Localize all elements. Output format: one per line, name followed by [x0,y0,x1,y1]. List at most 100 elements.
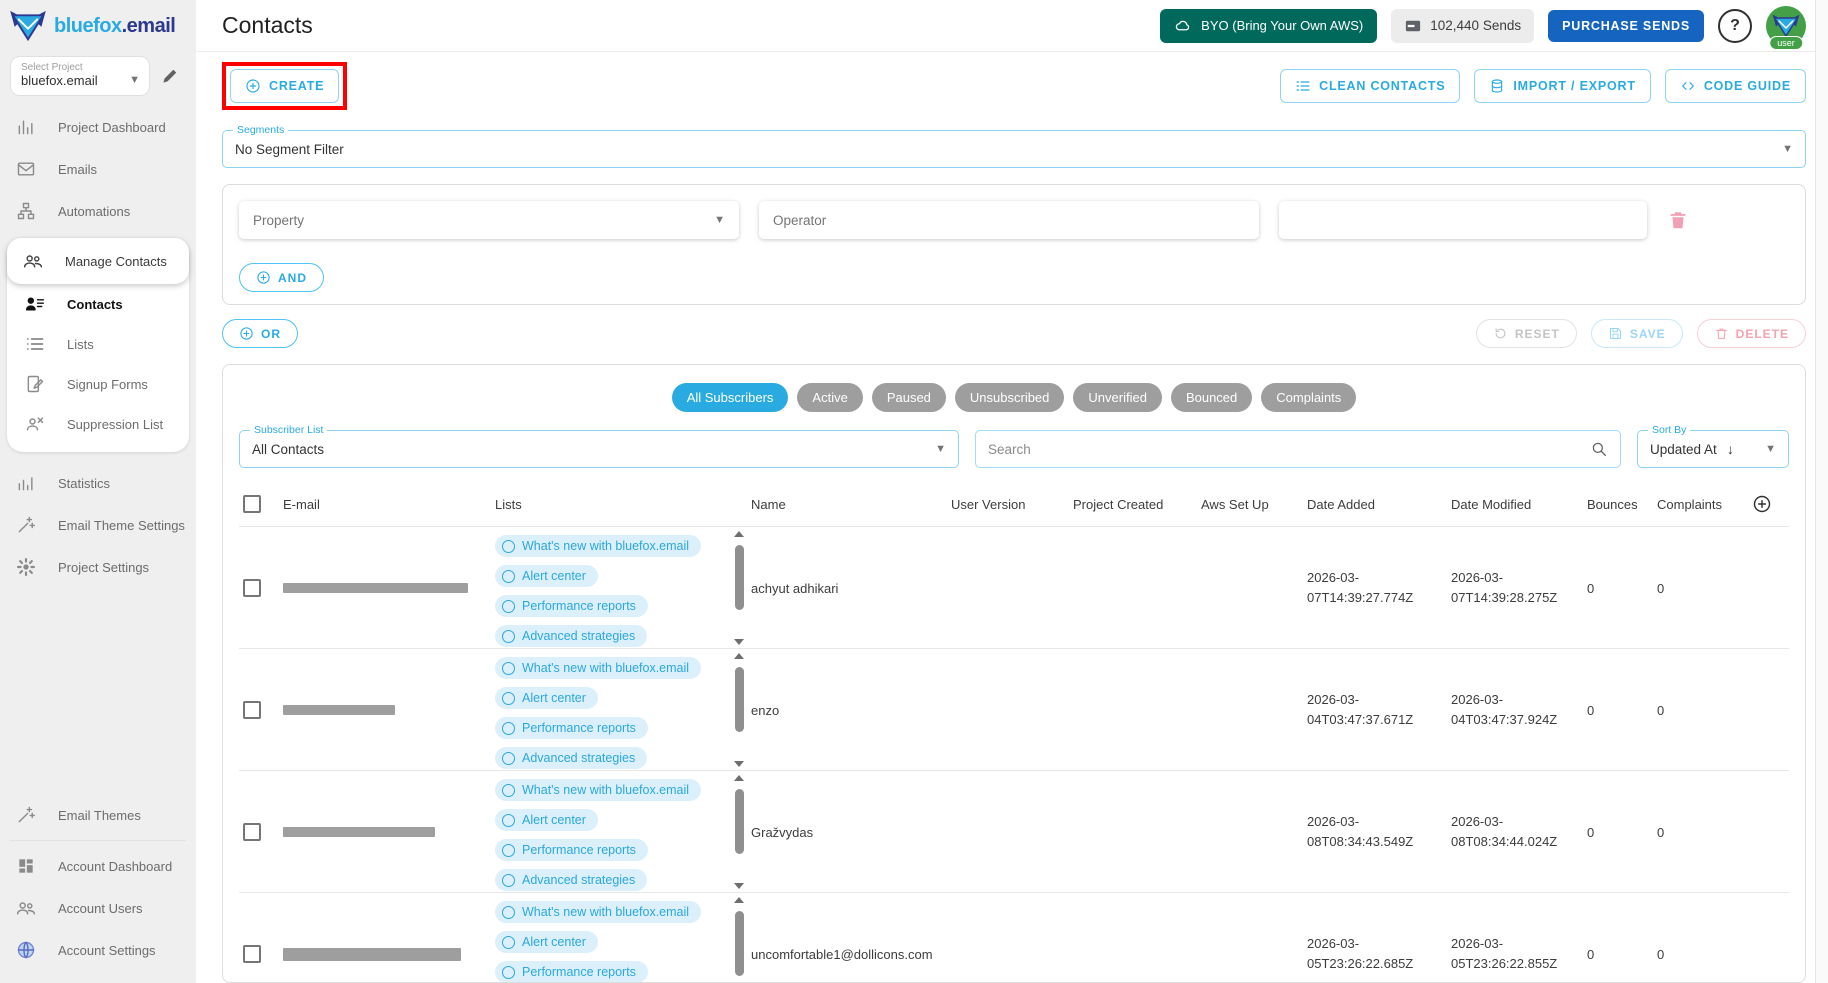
statistics-chart-icon [16,473,36,493]
project-select[interactable]: Select Project bluefox.email ▼ [10,56,150,96]
scroll-thumb[interactable] [735,545,744,610]
sidebar-item-signup-forms[interactable]: Signup Forms [7,364,189,404]
sidebar-item-contacts[interactable]: Contacts [7,284,189,324]
scroll-down-icon[interactable] [734,883,744,889]
remove-condition-trash-icon[interactable] [1667,209,1689,231]
clean-contacts-button[interactable]: CLEAN CONTACTS [1280,69,1460,103]
plus-circle-icon [1752,494,1772,514]
row-checkbox[interactable] [243,701,261,719]
contacts-card: All Subscribers Active Paused Unsubscrib… [222,364,1806,983]
tab-active[interactable]: Active [797,383,862,412]
contact-name: uncomfortable1@dollicons.com [751,947,951,962]
list-chip: Advanced strategies [495,747,647,769]
sort-direction-arrow-icon[interactable]: ↓ [1727,441,1734,457]
sends-counter: 102,440 Sends [1391,9,1534,43]
row-checkbox[interactable] [243,823,261,841]
property-placeholder: Property [253,213,304,228]
operator-placeholder: Operator [773,213,826,228]
help-button[interactable]: ? [1718,9,1752,43]
clean-list-icon [1295,78,1311,94]
chevron-down-icon: ▼ [1782,143,1793,155]
list-controls-row: Subscriber List All Contacts ▼ Sort By U… [239,430,1789,468]
col-date-modified: Date Modified [1451,497,1587,512]
sidebar-item-manage-contacts[interactable]: Manage Contacts [7,238,189,284]
scroll-down-icon[interactable] [734,761,744,767]
edit-project-pencil-icon[interactable] [160,66,180,86]
sidebar-item-statistics[interactable]: Statistics [0,462,196,504]
operator-select[interactable]: Operator [759,201,1259,239]
scroll-down-icon[interactable] [734,639,744,645]
purchase-sends-button[interactable]: PURCHASE SENDS [1548,10,1704,42]
select-all-checkbox[interactable] [243,495,261,513]
filter-value-input[interactable] [1279,201,1647,239]
sidebar-item-automations[interactable]: Automations [0,190,196,232]
sidebar-item-suppression-list[interactable]: Suppression List [7,404,189,444]
code-guide-button[interactable]: CODE GUIDE [1665,69,1806,103]
lists-scrollbar[interactable] [733,531,745,645]
lists-scrollbar[interactable] [733,653,745,767]
tab-complaints[interactable]: Complaints [1261,383,1356,412]
sidebar-item-emails[interactable]: Emails [0,148,196,190]
annotation-highlight-box: CREATE [222,62,347,110]
save-label: SAVE [1630,327,1666,341]
sidebar-item-label: Project Dashboard [58,120,166,135]
sidebar-item-label: Project Settings [58,560,149,575]
page-scrollbar[interactable] [1815,0,1828,983]
add-and-condition-button[interactable]: AND [239,263,324,292]
add-or-condition-button[interactable]: OR [222,319,298,348]
avatar[interactable]: user [1766,6,1806,46]
row-checkbox[interactable] [243,579,261,597]
sidebar-item-email-themes[interactable]: Email Themes [0,794,196,836]
search-input[interactable] [988,442,1590,457]
scroll-thumb[interactable] [735,667,744,732]
delete-button[interactable]: DELETE [1697,319,1806,348]
project-select-value: bluefox.email [21,73,139,88]
or-label: OR [261,327,281,341]
bounces-cell: 0 [1587,947,1657,962]
date-added-cell: 2026-03-05T23:26:22.685Z [1307,934,1451,974]
sidebar-item-account-dashboard[interactable]: Account Dashboard [0,845,196,887]
tab-unverified[interactable]: Unverified [1073,383,1162,412]
add-column-button[interactable] [1745,494,1779,514]
tab-bounced[interactable]: Bounced [1171,383,1252,412]
complaints-cell: 0 [1657,825,1745,840]
date-modified-cell: 2026-03-04T03:47:37.924Z [1451,690,1587,730]
sort-by-label: Sort By [1648,424,1690,436]
sidebar-bottom-group: Email Themes Account Dashboard Account U… [0,794,196,983]
save-button[interactable]: SAVE [1591,319,1683,348]
sidebar-item-label: Manage Contacts [65,254,167,269]
sidebar-item-account-settings[interactable]: Account Settings [0,929,196,971]
reset-button[interactable]: RESET [1476,319,1577,348]
import-export-button[interactable]: IMPORT / EXPORT [1474,69,1650,103]
subscriber-list-select[interactable]: Subscriber List All Contacts ▼ [239,430,959,468]
byo-label: BYO (Bring Your Own AWS) [1201,18,1363,33]
magic-wand-icon [16,515,36,535]
table-header: E-mail Lists Name User Version Project C… [239,488,1789,527]
segments-select[interactable]: Segments No Segment Filter ▼ [222,130,1806,168]
reset-icon [1493,326,1508,341]
list-chip: What's new with bluefox.email [495,535,701,557]
byo-aws-button[interactable]: BYO (Bring Your Own AWS) [1160,9,1377,43]
sort-by-select[interactable]: Sort By Updated At ↓ ▼ [1637,430,1789,468]
scroll-thumb[interactable] [735,789,744,854]
sidebar-item-email-theme-settings[interactable]: Email Theme Settings [0,504,196,546]
tab-paused[interactable]: Paused [872,383,946,412]
tab-unsubscribed[interactable]: Unsubscribed [955,383,1065,412]
redacted-email [283,583,468,593]
sidebar-item-project-settings[interactable]: Project Settings [0,546,196,588]
list-chip: Advanced strategies [495,625,647,647]
lists-scrollbar[interactable] [733,775,745,889]
sidebar-item-lists[interactable]: Lists [7,324,189,364]
property-select[interactable]: Property ▼ [239,201,739,239]
scroll-thumb[interactable] [735,911,744,976]
sidebar-item-label: Suppression List [67,417,163,432]
date-added-cell: 2026-03-08T08:34:43.549Z [1307,812,1451,852]
lists-scrollbar[interactable] [733,897,745,983]
search-icon[interactable] [1590,440,1608,458]
create-button[interactable]: CREATE [230,69,339,103]
sidebar-item-account-users[interactable]: Account Users [0,887,196,929]
chevron-down-icon: ▼ [714,214,725,226]
row-checkbox[interactable] [243,945,261,963]
sidebar-item-project-dashboard[interactable]: Project Dashboard [0,106,196,148]
tab-all-subscribers[interactable]: All Subscribers [672,383,789,412]
